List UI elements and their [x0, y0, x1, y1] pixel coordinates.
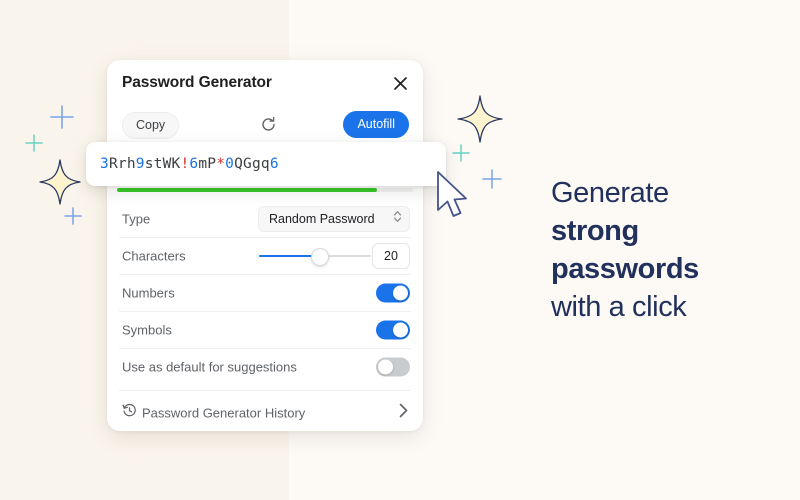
row-numbers: Numbers: [107, 274, 423, 311]
type-select-value: Random Password: [269, 211, 375, 226]
chevron-right-icon: [398, 402, 409, 423]
password-char-letter: Q: [234, 156, 243, 172]
headline-line-2: strong: [551, 215, 639, 247]
password-char-digit: 9: [135, 156, 145, 172]
type-select[interactable]: Random Password: [258, 205, 410, 232]
history-clock-icon: [122, 403, 137, 423]
slider-thumb[interactable]: [310, 247, 329, 266]
popup-header: Password Generator: [107, 60, 423, 108]
close-icon[interactable]: [389, 72, 411, 94]
row-symbols: Symbols: [107, 311, 423, 348]
history-label: Password Generator History: [142, 405, 306, 420]
headline-line-4: with a click: [551, 291, 687, 323]
password-strength-fill: [117, 188, 378, 192]
plus-sparkle-icon: [48, 103, 76, 136]
refresh-icon[interactable]: [256, 112, 280, 136]
password-char-letter: g: [251, 156, 261, 172]
screenshot-stage: Password Generator Copy Autofill Type Ra…: [0, 0, 800, 500]
plus-sparkle-icon: [481, 168, 503, 195]
plus-sparkle-icon: [63, 206, 83, 231]
password-char-digit: 6: [189, 156, 199, 172]
toggle-knob: [393, 322, 408, 337]
password-char-digit: 3: [100, 156, 109, 172]
star-sparkle-icon: [38, 158, 82, 211]
symbols-toggle[interactable]: [376, 320, 410, 339]
generated-password-value: 3Rrh9stWK!6mP*0QGgq6: [100, 156, 279, 172]
password-char-letter: G: [243, 156, 252, 172]
row-label-characters: Characters: [122, 248, 186, 263]
password-strength-meter: [117, 188, 413, 192]
password-char-symbol: *: [216, 156, 226, 172]
password-char-letter: m: [198, 156, 208, 172]
divider: [119, 390, 411, 391]
numbers-toggle[interactable]: [376, 283, 410, 302]
headline-line-1: Generate: [551, 177, 669, 209]
row-label-type: Type: [122, 211, 151, 226]
headline-line-3: passwords: [551, 253, 699, 285]
password-generator-history-row[interactable]: Password Generator History: [107, 394, 423, 431]
password-char-letter: h: [126, 156, 136, 172]
copy-button[interactable]: Copy: [122, 112, 180, 139]
generated-password-field[interactable]: 3Rrh9stWK!6mP*0QGgq6: [86, 142, 446, 186]
page-title: Password Generator: [122, 74, 272, 91]
chevron-updown-icon: [393, 209, 402, 228]
plus-sparkle-icon: [24, 133, 44, 158]
password-char-digit: 0: [225, 156, 235, 172]
row-characters: Characters 20: [107, 237, 423, 274]
password-char-letter: P: [207, 156, 217, 172]
password-generator-popup: Password Generator Copy Autofill Type Ra…: [107, 60, 423, 431]
row-label-symbols: Symbols: [122, 322, 172, 337]
row-type: Type Random Password: [107, 200, 423, 237]
row-label-numbers: Numbers: [122, 285, 175, 300]
toggle-knob: [393, 285, 408, 300]
characters-count-field[interactable]: 20: [372, 242, 410, 269]
toggle-knob: [378, 359, 393, 374]
use-as-default-toggle[interactable]: [376, 357, 410, 376]
password-char-letter: q: [260, 156, 270, 172]
password-char-letter: s: [144, 156, 154, 172]
password-char-letter: R: [108, 156, 118, 172]
password-char-digit: 6: [269, 156, 279, 172]
password-char-letter: r: [117, 156, 127, 172]
star-sparkle-icon: [456, 94, 504, 149]
slider-fill: [259, 254, 319, 257]
row-label-use-as-default: Use as default for suggestions: [122, 359, 297, 374]
characters-slider[interactable]: [259, 247, 371, 266]
characters-count-value: 20: [384, 248, 398, 263]
marketing-headline: Generate strong passwords with a click: [551, 174, 791, 326]
autofill-button[interactable]: Autofill: [343, 111, 409, 138]
password-char-letter: W: [162, 156, 172, 172]
mouse-pointer-icon: [432, 168, 478, 229]
plus-sparkle-icon: [451, 143, 471, 168]
password-char-letter: t: [153, 156, 163, 172]
row-use-as-default: Use as default for suggestions: [107, 348, 423, 385]
